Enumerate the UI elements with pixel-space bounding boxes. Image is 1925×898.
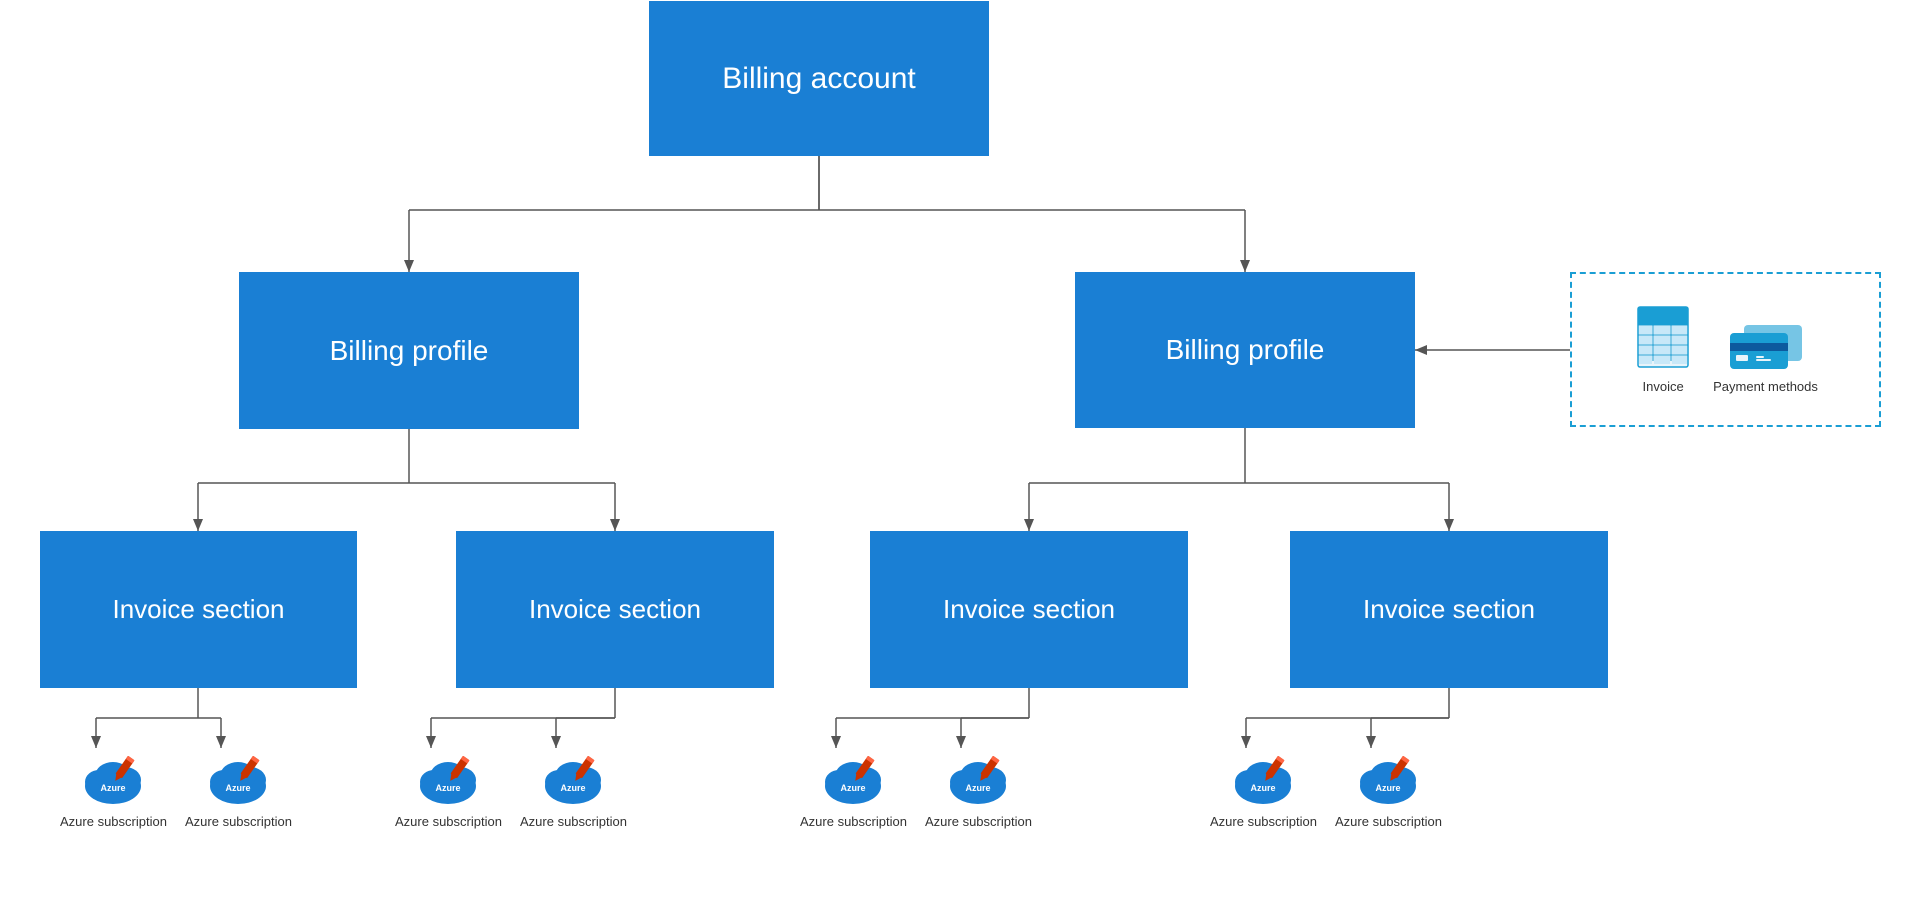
azure-subscription-6-label: Azure subscription: [925, 814, 1032, 829]
azure-subscription-4: Azure Azure subscription: [520, 748, 627, 829]
invoice-payment-panel: Invoice Payment methods: [1570, 272, 1881, 427]
diagram-container: Billing account Billing profile Billing …: [0, 0, 1925, 898]
svg-text:Azure: Azure: [101, 783, 126, 793]
azure-subscription-7-label: Azure subscription: [1210, 814, 1317, 829]
azure-subscription-5-label: Azure subscription: [800, 814, 907, 829]
azure-subscription-4-label: Azure subscription: [520, 814, 627, 829]
svg-text:Azure: Azure: [436, 783, 461, 793]
invoice-icon-group: Invoice: [1633, 305, 1693, 394]
azure-subscription-6: Azure Azure subscription: [925, 748, 1032, 829]
payment-methods-icon: [1726, 305, 1806, 375]
azure-subscription-3-label: Azure subscription: [395, 814, 502, 829]
invoice-section-2-box: Invoice section: [456, 531, 774, 688]
azure-subscription-1-label: Azure subscription: [60, 814, 167, 829]
billing-profile-right-box: Billing profile: [1075, 272, 1415, 428]
invoice-label: Invoice: [1643, 379, 1684, 394]
payment-methods-icon-group: Payment methods: [1713, 305, 1818, 394]
svg-text:Azure: Azure: [841, 783, 866, 793]
azure-subscription-2-label: Azure subscription: [185, 814, 292, 829]
svg-text:Azure: Azure: [561, 783, 586, 793]
billing-account-box: Billing account: [649, 1, 989, 156]
azure-subscription-8: Azure Azure subscription: [1335, 748, 1442, 829]
invoice-icon: [1633, 305, 1693, 375]
invoice-section-4-box: Invoice section: [1290, 531, 1608, 688]
svg-text:Azure: Azure: [1251, 783, 1276, 793]
billing-profile-left-box: Billing profile: [239, 272, 579, 429]
invoice-section-1-box: Invoice section: [40, 531, 357, 688]
payment-methods-label: Payment methods: [1713, 379, 1818, 394]
azure-subscription-2: Azure Azure subscription: [185, 748, 292, 829]
svg-text:Azure: Azure: [1376, 783, 1401, 793]
invoice-section-3-box: Invoice section: [870, 531, 1188, 688]
azure-subscription-3: Azure Azure subscription: [395, 748, 502, 829]
svg-text:Azure: Azure: [226, 783, 251, 793]
azure-subscription-1: Azure Azure subscription: [60, 748, 167, 829]
azure-subscription-7: Azure Azure subscription: [1210, 748, 1317, 829]
azure-subscription-5: Azure Azure subscription: [800, 748, 907, 829]
azure-subscription-8-label: Azure subscription: [1335, 814, 1442, 829]
svg-text:Azure: Azure: [966, 783, 991, 793]
